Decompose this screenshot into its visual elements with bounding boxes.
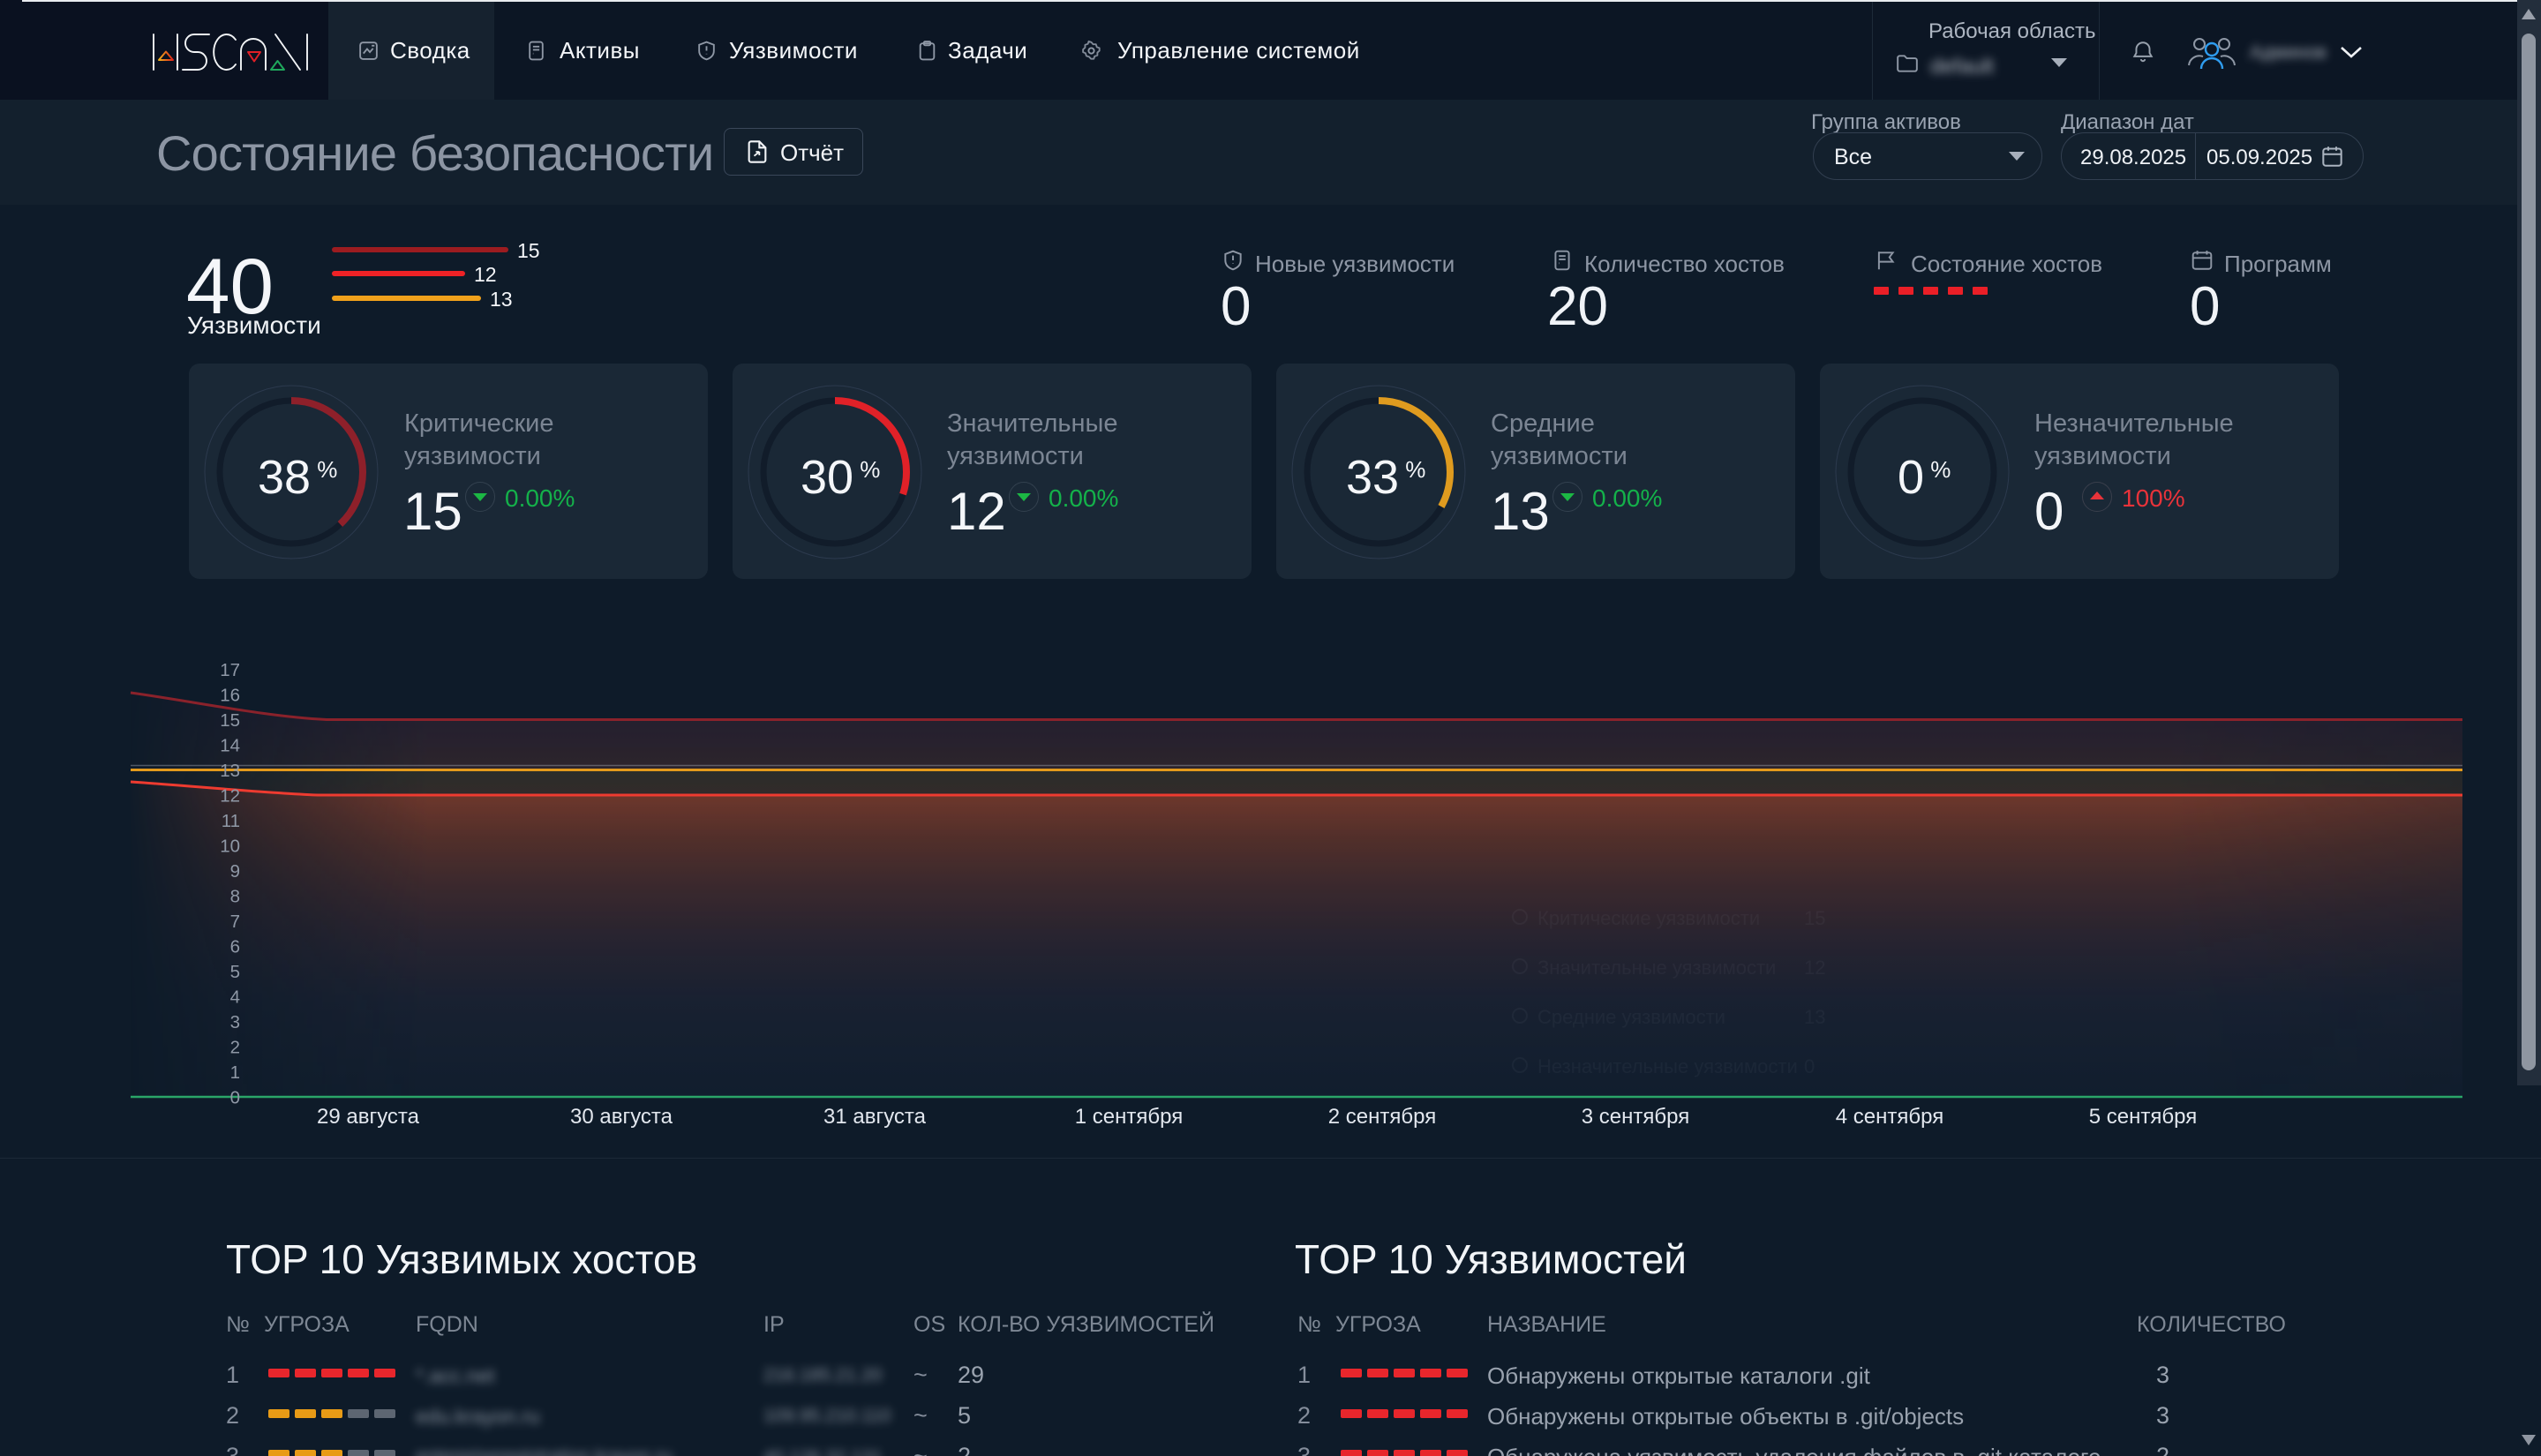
svg-text:0: 0 [1804, 1055, 1815, 1077]
svg-text:4 сентября: 4 сентября [1836, 1105, 1943, 1129]
svg-text:29 августа: 29 августа [317, 1105, 420, 1129]
svg-text:7: 7 [230, 912, 240, 932]
svg-text:8: 8 [230, 887, 240, 907]
svg-text:11: 11 [222, 811, 240, 831]
svg-text:2 сентября: 2 сентября [1328, 1105, 1436, 1129]
svg-text:3: 3 [230, 1012, 240, 1032]
svg-text:30 августа: 30 августа [570, 1105, 673, 1129]
svg-text:Критические уязвимости: Критические уязвимости [1537, 907, 1760, 929]
svg-text:Незначительные уязвимости: Незначительные уязвимости [1537, 1055, 1798, 1077]
svg-text:15: 15 [220, 710, 240, 731]
svg-text:9: 9 [230, 861, 240, 882]
svg-text:2: 2 [230, 1038, 240, 1058]
svg-text:17: 17 [220, 660, 240, 680]
svg-text:13: 13 [220, 761, 240, 781]
svg-text:0: 0 [230, 1088, 240, 1108]
svg-text:3 сентября: 3 сентября [1582, 1105, 1689, 1129]
svg-text:6: 6 [230, 937, 240, 957]
svg-text:10: 10 [220, 837, 240, 857]
svg-text:12: 12 [1804, 957, 1825, 979]
svg-text:13: 13 [1804, 1006, 1825, 1028]
svg-text:16: 16 [220, 686, 240, 706]
svg-text:1: 1 [230, 1062, 240, 1083]
svg-text:Средние уязвимости: Средние уязвимости [1537, 1006, 1725, 1028]
svg-text:15: 15 [1804, 907, 1825, 929]
svg-text:5: 5 [230, 962, 240, 982]
svg-text:31 августа: 31 августа [823, 1105, 927, 1129]
svg-text:1 сентября: 1 сентября [1075, 1105, 1183, 1129]
svg-text:Значительные уязвимости: Значительные уязвимости [1537, 957, 1776, 979]
svg-text:4: 4 [230, 987, 240, 1008]
svg-text:12: 12 [220, 786, 240, 807]
svg-text:14: 14 [220, 736, 240, 756]
svg-text:5 сентября: 5 сентября [2089, 1105, 2197, 1129]
